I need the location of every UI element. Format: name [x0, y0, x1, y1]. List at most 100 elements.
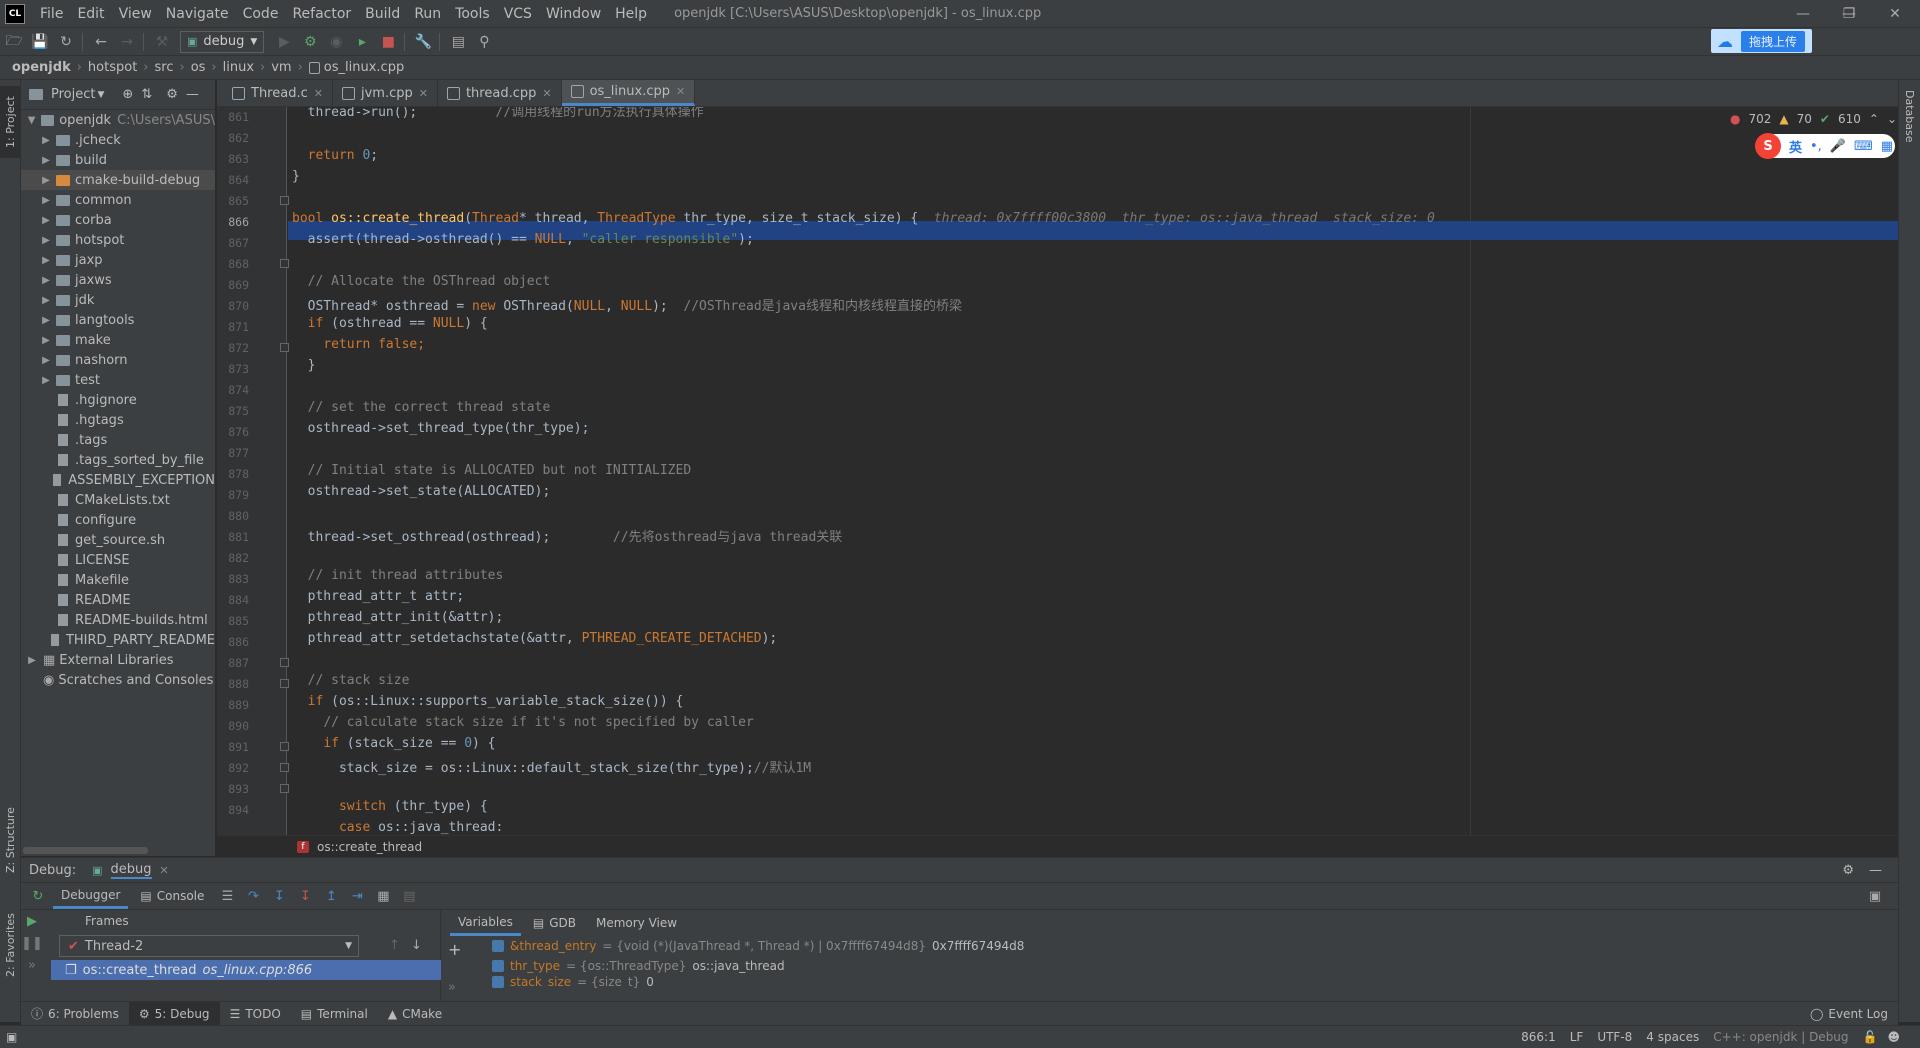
close-icon[interactable]: ✕: [676, 85, 685, 98]
tree-folder[interactable]: ▶ .jcheck: [21, 130, 215, 150]
step-into-icon[interactable]: ↧: [268, 885, 290, 907]
debug-bug-icon[interactable]: ⚙: [298, 30, 322, 54]
tab-gdb[interactable]: ▤ GDB: [525, 910, 584, 936]
horizontal-scrollbar[interactable]: [23, 847, 148, 854]
arrow-down-icon[interactable]: ↓: [411, 938, 422, 953]
tab-todo[interactable]: ☰ TODO: [220, 1002, 291, 1026]
line-number[interactable]: 893: [217, 782, 249, 796]
line-number[interactable]: 868: [217, 257, 249, 271]
close-window-icon[interactable]: ✕: [1872, 0, 1918, 28]
rerun-icon[interactable]: ↻: [27, 885, 49, 907]
menu-code[interactable]: Code: [236, 6, 286, 22]
chevron-right-icon[interactable]: ▶: [39, 315, 53, 326]
caret-position[interactable]: 866:1: [1521, 1030, 1556, 1044]
crumb-linux[interactable]: linux: [223, 60, 254, 75]
resume-icon[interactable]: ▶: [21, 910, 43, 932]
line-number[interactable]: 879: [217, 488, 249, 502]
tab-thread-c[interactable]: Thread.c ✕: [223, 80, 333, 106]
tab-database-tool[interactable]: Database: [1899, 86, 1920, 146]
tree-file[interactable]: CMakeLists.txt: [21, 490, 215, 510]
tab-memory-view[interactable]: Memory View: [588, 910, 685, 936]
crumb-openjdk[interactable]: openjdk: [12, 60, 71, 75]
tab-terminal[interactable]: ▤ Terminal: [291, 1002, 378, 1026]
sync-icon[interactable]: ↻: [54, 30, 78, 54]
tab-os-linux-cpp[interactable]: os_linux.cpp ✕: [561, 80, 696, 106]
line-number[interactable]: 862: [217, 131, 249, 145]
menu-run[interactable]: Run: [407, 6, 448, 22]
ime-punct[interactable]: •,: [1810, 139, 1822, 154]
context-selector[interactable]: C++: openjdk | Debug: [1713, 1030, 1848, 1044]
hide-icon[interactable]: —: [186, 87, 199, 102]
run-icon[interactable]: ▶: [272, 30, 296, 54]
crumb-src[interactable]: src: [155, 60, 174, 75]
editor-crumb-function[interactable]: os::create_thread: [317, 840, 422, 854]
line-number[interactable]: 891: [217, 740, 249, 754]
search-icon[interactable]: ⚲: [472, 30, 496, 54]
chevron-up-icon[interactable]: ⌃: [1869, 112, 1879, 126]
more-icon[interactable]: »: [21, 954, 43, 976]
close-icon[interactable]: ✕: [314, 87, 323, 100]
step-over-icon[interactable]: ↷: [242, 885, 264, 907]
chevron-right-icon[interactable]: ▶: [39, 135, 53, 146]
chevron-right-icon[interactable]: ▶: [39, 175, 53, 186]
ime-toolbar[interactable]: S 英 •, 🎤 ⌨ ▦: [1755, 133, 1895, 159]
forward-icon[interactable]: →: [115, 30, 139, 54]
variable-row[interactable]: stack_size = {size_t} 0: [492, 976, 654, 988]
more-icon[interactable]: »: [448, 980, 456, 995]
save-icon[interactable]: 💾: [28, 30, 52, 54]
tree-folder[interactable]: ▶ jaxws: [21, 270, 215, 290]
tree-file[interactable]: README-builds.html: [21, 610, 215, 630]
tree-file[interactable]: THIRD_PARTY_README: [21, 630, 215, 650]
menu-tools[interactable]: Tools: [448, 6, 497, 22]
project-structure-icon[interactable]: ▤: [446, 30, 470, 54]
line-number[interactable]: 866: [217, 215, 249, 229]
tree-folder[interactable]: ▶ jaxp: [21, 250, 215, 270]
tree-file[interactable]: .hgtags: [21, 410, 215, 430]
line-number[interactable]: 894: [217, 803, 249, 817]
tree-folder[interactable]: ▶ corba: [21, 210, 215, 230]
open-folder-icon[interactable]: 🗁: [2, 30, 26, 54]
line-number[interactable]: 878: [217, 467, 249, 481]
tab-favorites-tool[interactable]: 2: Favorites: [0, 900, 21, 990]
tree-folder[interactable]: ▶ common: [21, 190, 215, 210]
tree-folder[interactable]: ▶ hotspot: [21, 230, 215, 250]
variable-row[interactable]: &thread_entry = {void (*)(JavaThread *, …: [492, 936, 1024, 956]
chevron-right-icon[interactable]: ▶: [39, 295, 53, 306]
chevron-right-icon[interactable]: ▶: [25, 655, 39, 666]
restore-window-icon[interactable]: ❐: [1826, 0, 1872, 28]
upload-widget[interactable]: ☁ 拖拽上传: [1711, 29, 1812, 53]
close-icon[interactable]: ✕: [419, 87, 428, 100]
microphone-icon[interactable]: 🎤: [1830, 139, 1846, 154]
fold-marker-icon[interactable]: [280, 679, 289, 688]
menu-navigate[interactable]: Navigate: [159, 6, 236, 22]
line-number[interactable]: 861: [217, 110, 249, 124]
add-watch-icon[interactable]: +: [448, 940, 461, 959]
menu-build[interactable]: Build: [358, 6, 407, 22]
line-number[interactable]: 864: [217, 173, 249, 187]
line-number[interactable]: 875: [217, 404, 249, 418]
line-number[interactable]: 874: [217, 383, 249, 397]
crumb-os[interactable]: os: [191, 60, 206, 75]
tree-folder[interactable]: ▶ nashorn: [21, 350, 215, 370]
menu-lines-icon[interactable]: ☰: [216, 885, 238, 907]
line-number[interactable]: 877: [217, 446, 249, 460]
tree-root[interactable]: ▼ openjdk C:\Users\ASUS\: [21, 110, 215, 130]
back-icon[interactable]: ←: [89, 30, 113, 54]
debug-config-tab[interactable]: debug: [110, 862, 152, 879]
run-config-select[interactable]: ▣ debug ▼: [180, 30, 265, 53]
step-out-icon[interactable]: ↥: [320, 885, 342, 907]
fold-marker-icon[interactable]: [280, 784, 289, 793]
tree-folder[interactable]: ▶ test: [21, 370, 215, 390]
line-number[interactable]: 867: [217, 236, 249, 250]
tree-folder[interactable]: ▶ build: [21, 150, 215, 170]
chevron-right-icon[interactable]: ▶: [39, 255, 53, 266]
line-separator[interactable]: LF: [1570, 1030, 1584, 1044]
tab-thread-cpp[interactable]: thread.cpp ✕: [438, 80, 562, 106]
tree-scratches[interactable]: ◉ Scratches and Consoles: [21, 670, 215, 690]
force-step-into-icon[interactable]: ↧: [294, 885, 316, 907]
crumb-file[interactable]: os_linux.cpp: [324, 60, 404, 75]
line-number[interactable]: 888: [217, 677, 249, 691]
tree-file[interactable]: .hgignore: [21, 390, 215, 410]
grid-icon[interactable]: ▦: [1881, 139, 1893, 154]
line-number[interactable]: 863: [217, 152, 249, 166]
